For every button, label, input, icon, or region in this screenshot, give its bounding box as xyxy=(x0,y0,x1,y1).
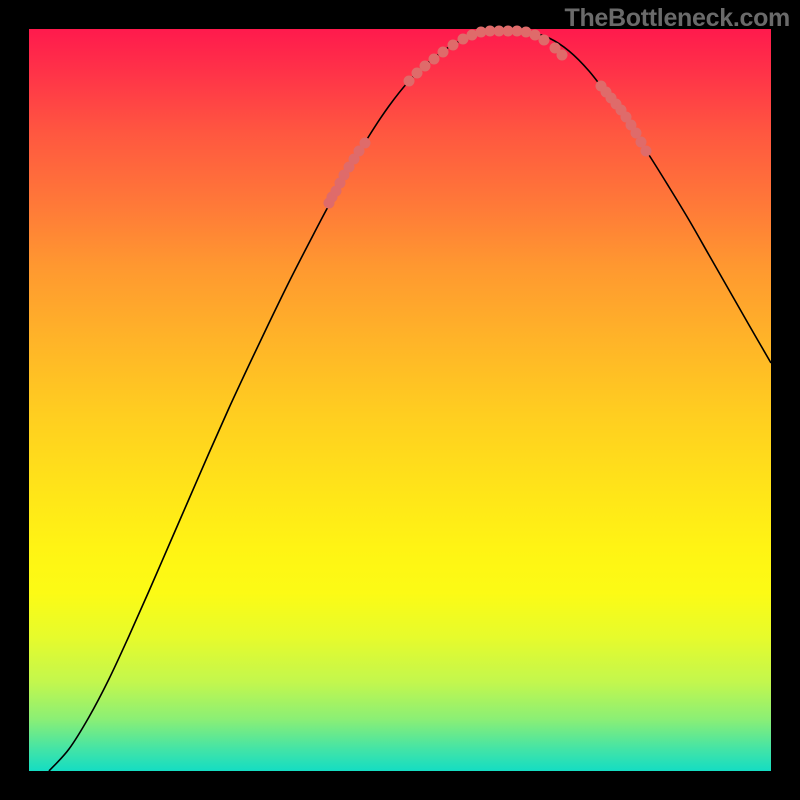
highlight-dot xyxy=(641,146,652,157)
highlight-dot xyxy=(539,35,550,46)
highlight-dot xyxy=(448,40,459,51)
highlight-dot xyxy=(360,138,371,149)
watermark-text: TheBottleneck.com xyxy=(564,4,790,33)
highlight-dot xyxy=(557,50,568,61)
chart-plot-area xyxy=(29,29,771,771)
highlight-dot xyxy=(420,61,431,72)
highlight-dots xyxy=(324,26,652,209)
chart-svg xyxy=(29,29,771,771)
highlight-dot xyxy=(404,76,415,87)
highlight-dot xyxy=(429,54,440,65)
highlight-dot xyxy=(438,47,449,58)
bottleneck-curve xyxy=(49,31,771,771)
